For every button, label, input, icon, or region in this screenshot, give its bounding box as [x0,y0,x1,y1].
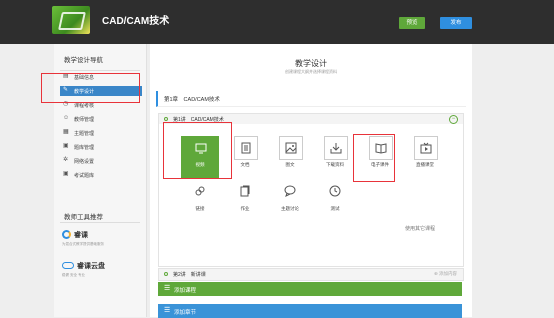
tool-ruike[interactable]: 睿课 为混合式教学提供基础服务 [62,230,104,247]
tool-description: 为混合式教学提供基础服务 [62,242,104,246]
app-title: CAD/CAM技术 [102,16,170,27]
sidebar-item-teacher-management[interactable]: ☺ 教师管理 [60,114,142,124]
resource-type-test[interactable]: 测试 [316,180,354,222]
tool-name: 睿课 [74,232,88,239]
clock-icon [324,180,346,202]
resource-type-download[interactable]: 下载资料 [316,136,354,178]
sidebar-item-label: 题库管理 [74,145,95,151]
highlight-video [163,122,232,179]
preview-button[interactable]: 预览 [399,17,425,29]
sidebar-item-label: 课程考核 [74,103,95,109]
app-logo [52,6,90,34]
doc-icon [234,136,258,160]
sidebar-item-label: 考试题库 [74,173,95,179]
highlight-courseware [353,134,395,182]
use-other-course-link[interactable]: 使用其它课程 [405,225,435,232]
add-section-label: 添加章节 [174,310,197,316]
lesson-title: 第2讲 新讲课 [173,272,206,278]
top-bar: CAD/CAM技术 预览 发布 [0,0,554,44]
resource-type-label: 作业 [240,206,250,211]
resource-type-label: 直播课堂 [416,162,434,167]
resource-type-discussion[interactable]: 主题讨论 [271,180,309,222]
sidebar-item-label: 网络设置 [74,159,95,165]
box-icon: ▣ [63,143,69,149]
chapter-row[interactable]: 第1章 CAD/CAM技术 [156,91,466,107]
link-icon [189,180,211,202]
resource-type-label: 下载资料 [326,162,344,167]
image-icon [279,136,303,160]
resource-type-label: 链接 [195,206,205,211]
sidebar-item-topic-management[interactable]: ▦ 主题管理 [60,128,142,138]
main-content: 教学设计 创建课程大纲并选择课程资料 第1章 CAD/CAM技术 第1讲 CAD… [150,44,472,318]
add-lesson-label: 添加课程 [174,288,197,294]
gear-icon: ✲ [63,157,69,163]
homework-icon [234,180,256,202]
tv-icon [414,136,438,160]
highlight-teaching-design [41,73,140,103]
divider [60,70,140,71]
user-icon: ☺ [63,115,70,121]
resource-type-link[interactable]: 链接 [181,180,219,222]
cloud-icon [62,262,74,269]
resource-type-label: 测试 [330,206,340,211]
sidebar-title: 教学设计导航 [64,57,103,64]
sidebar-item-network-settings[interactable]: ✲ 网络设置 [60,156,142,166]
add-lesson-button[interactable]: ☰ 添加课程 [158,282,462,296]
sidebar-item-question-bank[interactable]: ▣ 题库管理 [60,142,142,152]
lesson-dot-icon [164,117,168,121]
box-icon: ▣ [63,171,69,177]
grid-icon: ▦ [63,129,69,135]
resource-type-label: 主题讨论 [281,206,299,211]
list-add-icon: ☰ [164,307,171,314]
lesson-row[interactable]: 第2讲 新讲课 ⊕ 添加内容 [158,268,464,281]
tool-name: 睿课云盘 [77,263,105,270]
resource-type-label: 图文 [285,162,295,167]
lesson-dot-icon [164,272,168,276]
ruike-logo-icon [62,230,71,239]
resource-type-live-class[interactable]: 直播课堂 [406,136,444,178]
tool-ruike-cloud[interactable]: 睿课云盘 稳健 安全 专业 [62,261,105,278]
resource-type-image-text[interactable]: 图文 [271,136,309,178]
page-title: 教学设计 [295,59,327,68]
list-add-icon: ☰ [164,285,171,292]
sidebar-item-label: 主题管理 [74,131,95,137]
collapse-icon[interactable]: − [449,115,458,124]
chapter-title: 第1章 CAD/CAM技术 [164,97,220,103]
chat-icon [279,180,301,202]
add-section-button[interactable]: ☰ 添加章节 [158,304,462,318]
add-content-link[interactable]: ⊕ 添加内容 [434,271,457,277]
publish-button[interactable]: 发布 [440,17,472,29]
download-icon [324,136,348,160]
divider [60,222,140,223]
page-subtitle: 创建课程大纲并选择课程资料 [285,69,337,74]
resource-type-homework[interactable]: 作业 [226,180,264,222]
tool-description: 稳健 安全 专业 [62,273,85,277]
tools-title: 教师工具推荐 [64,214,103,221]
sidebar-item-label: 教师管理 [74,117,95,123]
sidebar-item-exam-bank[interactable]: ▣ 考试题库 [60,170,142,180]
